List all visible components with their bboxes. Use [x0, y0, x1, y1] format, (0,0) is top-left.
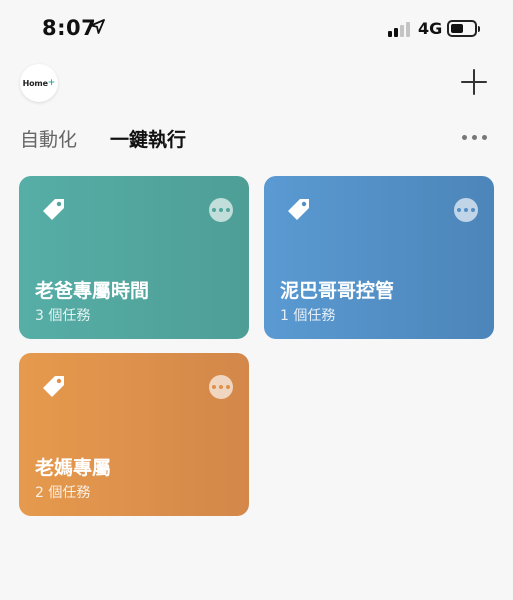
card-title: 泥巴哥哥控管 [280, 280, 395, 302]
network-type: 4G [418, 19, 443, 38]
card-task-count: 2 個任務 [35, 485, 91, 501]
card-task-count: 3 個任務 [35, 308, 91, 324]
screen: 8:07 4G Home + 自動化 一鍵執行 老爸專屬時間 3 個任務 泥巴哥… [0, 0, 513, 600]
scene-card[interactable]: 老媽專屬 2 個任務 [19, 353, 249, 516]
card-more-button[interactable] [209, 375, 233, 399]
logo-plus: + [47, 78, 56, 88]
status-time: 8:07 [42, 16, 97, 40]
card-more-button[interactable] [209, 198, 233, 222]
card-title: 老爸專屬時間 [35, 280, 150, 302]
scene-card[interactable]: 泥巴哥哥控管 1 個任務 [264, 176, 494, 339]
card-title: 老媽專屬 [35, 457, 112, 479]
home-plus-logo[interactable]: Home + [20, 64, 58, 102]
tag-icon [43, 376, 64, 397]
status-bar: 8:07 4G [0, 0, 513, 60]
tab-one-click[interactable]: 一鍵執行 [110, 125, 186, 152]
battery-icon [447, 20, 480, 37]
add-button[interactable] [461, 69, 487, 95]
signal-bars-icon [388, 22, 412, 37]
location-arrow-icon [90, 19, 105, 34]
more-options-icon[interactable] [462, 135, 487, 141]
tag-icon [43, 199, 64, 220]
logo-text: Home [22, 78, 48, 88]
tag-icon [288, 199, 309, 220]
card-task-count: 1 個任務 [280, 308, 336, 324]
tab-automation[interactable]: 自動化 [20, 125, 77, 152]
scene-card[interactable]: 老爸專屬時間 3 個任務 [19, 176, 249, 339]
card-more-button[interactable] [454, 198, 478, 222]
